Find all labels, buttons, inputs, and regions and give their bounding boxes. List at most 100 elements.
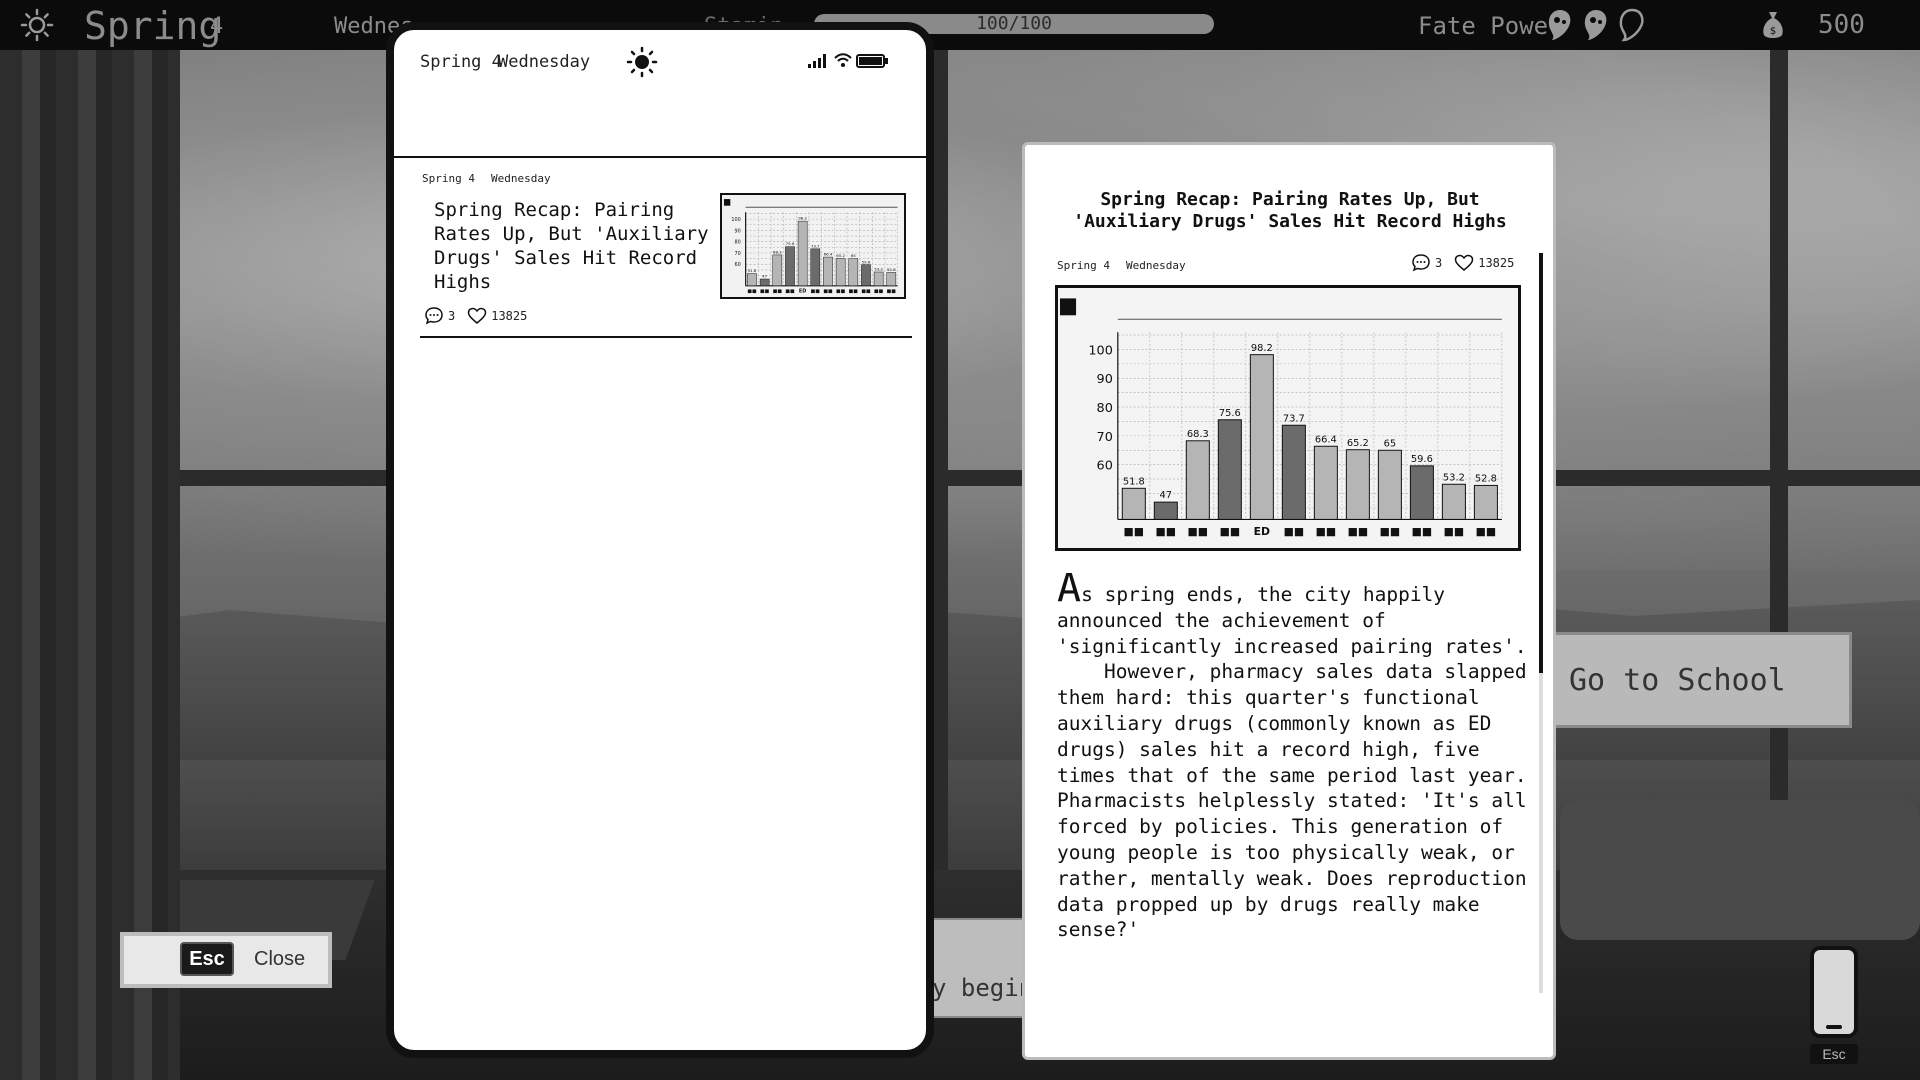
chart-category-label: ■■ xyxy=(836,289,846,295)
chart-data-label: 65 xyxy=(1384,438,1397,449)
phone-screen: Spring 4 Wednesday Spring 4 Wednesday Sp… xyxy=(386,22,934,1058)
chart-bar xyxy=(747,273,757,287)
status-weekday: Wednesday xyxy=(498,52,591,72)
chart-category-label: ■■ xyxy=(887,289,897,295)
chart-data-label: 66.4 xyxy=(1315,434,1337,445)
chart-category-label: ■■ xyxy=(1380,525,1401,538)
chart-y-tick-label: 100 xyxy=(1088,343,1112,358)
comment-bubble-icon[interactable] xyxy=(1411,253,1431,273)
chart-bar xyxy=(1121,487,1146,520)
heart-icon[interactable] xyxy=(1454,253,1474,273)
chart-category-label: ■■ xyxy=(785,289,795,295)
chart-data-label: 59.6 xyxy=(862,259,871,264)
chart-bar xyxy=(1185,440,1210,520)
chart-category-label: ■■ xyxy=(1412,525,1433,538)
feed-item-comments: 3 xyxy=(448,309,456,323)
fate-orb-icon xyxy=(1584,10,1607,40)
chart-category-label: ■■ xyxy=(1476,525,1497,538)
chart-data-label: 65.2 xyxy=(1347,438,1369,449)
close-label[interactable]: Close xyxy=(254,948,305,971)
phone-esc-hint: Esc xyxy=(1810,1044,1858,1064)
chart-y-tick-label: 80 xyxy=(1097,401,1113,416)
status-date: Spring 4 xyxy=(420,52,502,72)
esc-key[interactable]: Esc xyxy=(180,942,234,976)
chart-category-label: ■■ xyxy=(849,289,859,295)
chart-bar xyxy=(1473,484,1498,520)
close-hint[interactable]: Esc Close xyxy=(120,932,332,988)
article-scrollbar-thumb[interactable] xyxy=(1539,253,1543,673)
chart-bar xyxy=(835,258,846,287)
chart-category-label: ■■ xyxy=(1124,525,1145,538)
chart-data-label: 98.2 xyxy=(798,216,807,221)
chart-bar xyxy=(1217,419,1242,520)
chart-bar xyxy=(1281,424,1306,520)
chart-category-label: ■■ xyxy=(861,289,871,295)
battery-icon xyxy=(856,54,888,68)
chart-data-label: 98.2 xyxy=(1251,343,1273,354)
chart-category-label: ■■ xyxy=(1284,525,1305,538)
chart-category-label: ■■ xyxy=(773,289,783,295)
chart-data-label: 68.3 xyxy=(1187,429,1209,440)
feed-item-stats: 3 13825 xyxy=(424,306,527,326)
chart-y-tick-label: 70 xyxy=(735,251,741,257)
chart-corner-marker xyxy=(1059,298,1077,316)
curtain xyxy=(0,50,180,1080)
fate-orb-empty-icon xyxy=(1619,8,1644,42)
article-panel: Spring Recap: Pairing Rates Up, But 'Aux… xyxy=(1022,142,1556,1060)
feed-item-thumbnail-chart[interactable]: 60 70 80 90 100 51.8 ■■ 47 ■■ 68.3 ■■ 75.6 ■■ 98.2 ED 7… xyxy=(720,193,906,299)
feed-item-meta: Spring 4 Wednesday xyxy=(422,172,551,185)
sun-icon xyxy=(20,8,54,42)
news-feed: Spring 4 Wednesday Spring Recap: Pairing … xyxy=(420,166,912,338)
sky xyxy=(0,50,1920,570)
article-title: Spring Recap: Pairing Rates Up, But 'Aux… xyxy=(1073,189,1507,232)
chart-bar xyxy=(1313,445,1338,520)
chart-data-label: 51.8 xyxy=(1123,476,1145,487)
chart-category-label: ■■ xyxy=(1188,525,1209,538)
chart-bar xyxy=(772,254,783,287)
chart-bar xyxy=(873,271,884,287)
feed-item-date: Spring 4 xyxy=(422,172,475,185)
chart-bar xyxy=(785,246,795,287)
chart-category-label: ■■ xyxy=(760,289,770,295)
feed-item-title[interactable]: Spring Recap: Pairing Rates Up, But 'Aux… xyxy=(434,198,714,294)
article-stats: 3 13825 xyxy=(1411,253,1514,273)
chart-bar xyxy=(1409,465,1434,520)
sun-icon xyxy=(626,46,658,78)
feed-item-likes: 13825 xyxy=(491,309,528,323)
fate-power-label: Fate Power xyxy=(1418,12,1563,40)
chart-bar xyxy=(1153,501,1178,520)
chart-data-label: 73.7 xyxy=(1283,413,1305,424)
chart-category-label: ■■ xyxy=(747,289,757,295)
chart-bar xyxy=(1377,449,1402,520)
chart-bar xyxy=(1441,483,1466,520)
chart-data-label: 75.6 xyxy=(1219,408,1241,419)
chart-y-tick-label: 60 xyxy=(735,262,741,268)
chart-category-label: ■■ xyxy=(811,289,821,295)
chart-category-label: ■■ xyxy=(1156,525,1177,538)
chart-bar xyxy=(1345,449,1370,520)
chart-bar xyxy=(1249,354,1274,520)
article-drop-cap: A xyxy=(1057,573,1082,611)
chart-bar xyxy=(886,272,897,287)
chart-bar xyxy=(759,278,770,287)
article-likes: 13825 xyxy=(1478,256,1515,270)
chart-data-label: 59.6 xyxy=(1411,454,1433,465)
chart-y-tick-label: 80 xyxy=(735,240,741,246)
article-meta: Spring 4 Wednesday xyxy=(1057,259,1186,272)
chart-y-tick-label: 70 xyxy=(1097,430,1113,445)
heart-icon[interactable] xyxy=(467,306,487,326)
news-feed-item[interactable]: Spring 4 Wednesday Spring Recap: Pairing … xyxy=(420,166,912,338)
season-name: Spring xyxy=(84,4,222,48)
wifi-icon xyxy=(834,53,852,67)
chart-data-label: 68.3 xyxy=(773,250,782,255)
phone-status-bar: Spring 4 Wednesday xyxy=(394,30,926,158)
signal-icon xyxy=(808,54,826,68)
chart-category-label: ■■ xyxy=(1444,525,1465,538)
chart-category-label: ■■ xyxy=(1316,525,1337,538)
chart-data-label: 51.8 xyxy=(748,268,757,273)
season-day: 4 xyxy=(210,14,224,39)
go-to-school-button[interactable]: Go to School xyxy=(1548,632,1852,728)
phone-button-icon[interactable] xyxy=(1810,946,1858,1038)
chart-data-label: 52.8 xyxy=(887,267,896,272)
article-weekday: Wednesday xyxy=(1125,259,1186,272)
